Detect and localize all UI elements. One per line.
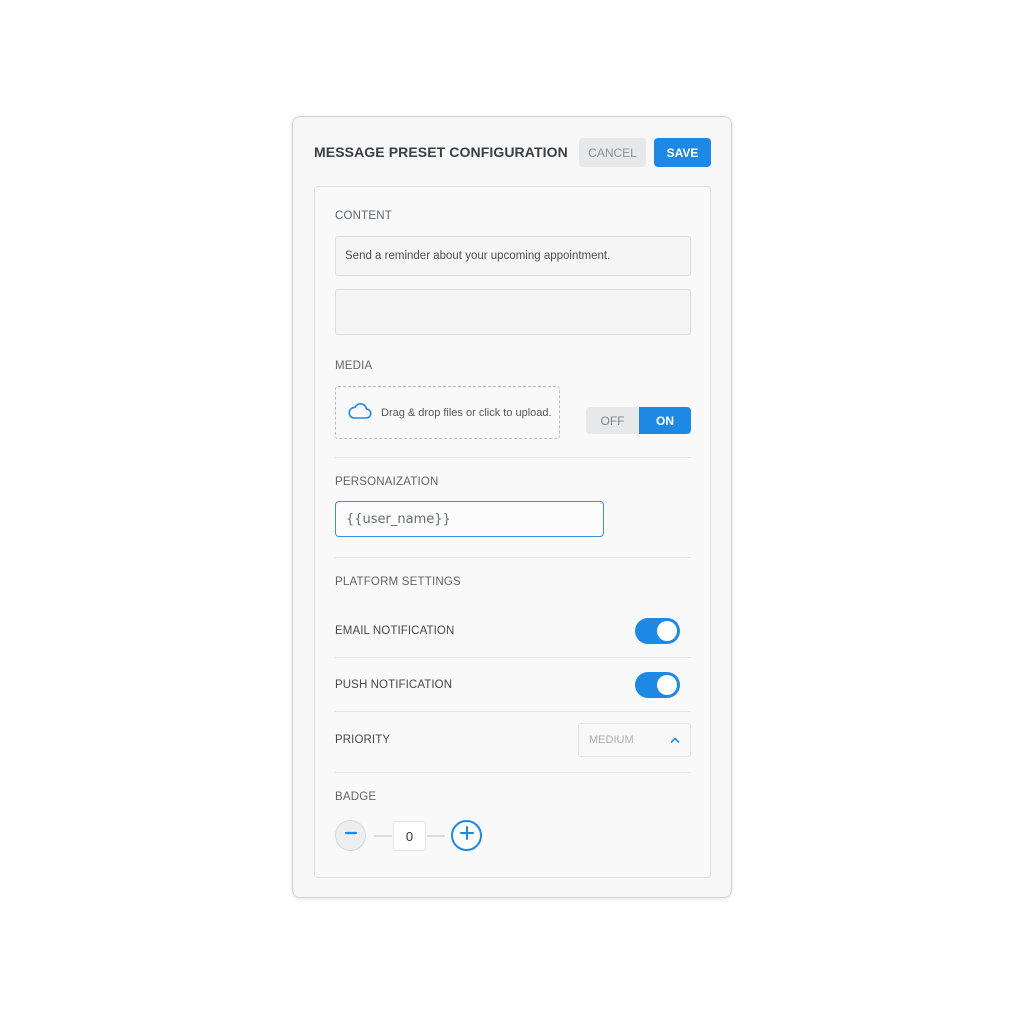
stepper-connector: [427, 835, 445, 837]
badge-increment-button[interactable]: [451, 820, 482, 851]
email-notification-label: EMAIL NOTIFICATION: [335, 625, 455, 637]
save-button[interactable]: SAVE: [654, 138, 711, 167]
message-preset-dialog: MESSAGE PRESET CONFIGURATION CANCEL SAVE…: [292, 116, 732, 898]
divider: [335, 557, 691, 558]
divider: [335, 711, 691, 712]
cloud-icon: [348, 402, 381, 423]
divider: [335, 657, 691, 658]
file-upload-dropzone[interactable]: Drag & drop files or click to upload.: [335, 386, 560, 439]
priority-label: PRIORITY: [335, 734, 391, 746]
plus-icon: [459, 825, 475, 846]
upload-instructions: Drag & drop files or click to upload.: [381, 406, 552, 419]
media-toggle: OFF ON: [586, 407, 691, 434]
divider: [335, 772, 691, 773]
media-toggle-off[interactable]: OFF: [586, 407, 639, 434]
message-content-field[interactable]: Send a reminder about your upcoming appo…: [335, 236, 691, 276]
media-toggle-on[interactable]: ON: [639, 407, 691, 434]
toggle-knob: [657, 621, 677, 641]
email-notification-toggle[interactable]: [635, 618, 680, 644]
platform-settings-label: PLATFORM SETTINGS: [335, 576, 461, 588]
personalization-input[interactable]: {{user_name}}: [335, 501, 604, 537]
badge-section-label: BADGE: [335, 791, 377, 803]
media-section-label: MEDIA: [335, 360, 373, 372]
personalization-value: {{user_name}}: [346, 511, 451, 527]
toggle-knob: [657, 675, 677, 695]
priority-select[interactable]: MEDIUM: [578, 723, 691, 757]
dialog-title: MESSAGE PRESET CONFIGURATION: [314, 144, 568, 160]
cancel-button[interactable]: CANCEL: [579, 138, 646, 167]
settings-panel: CONTENT Send a reminder about your upcom…: [314, 186, 711, 878]
badge-value[interactable]: 0: [393, 821, 426, 851]
minus-icon: [344, 826, 358, 845]
message-content-text: Send a reminder about your upcoming appo…: [345, 250, 611, 262]
push-notification-toggle[interactable]: [635, 672, 680, 698]
chevron-up-icon: [669, 734, 681, 749]
priority-value: MEDIUM: [589, 734, 634, 746]
personalization-section-label: PERSONAIZATION: [335, 476, 439, 488]
badge-decrement-button[interactable]: [335, 820, 366, 851]
secondary-content-field[interactable]: [335, 289, 691, 335]
stepper-connector: [374, 835, 392, 837]
push-notification-label: PUSH NOTIFICATION: [335, 679, 453, 691]
content-section-label: CONTENT: [335, 210, 392, 222]
divider: [335, 457, 691, 458]
